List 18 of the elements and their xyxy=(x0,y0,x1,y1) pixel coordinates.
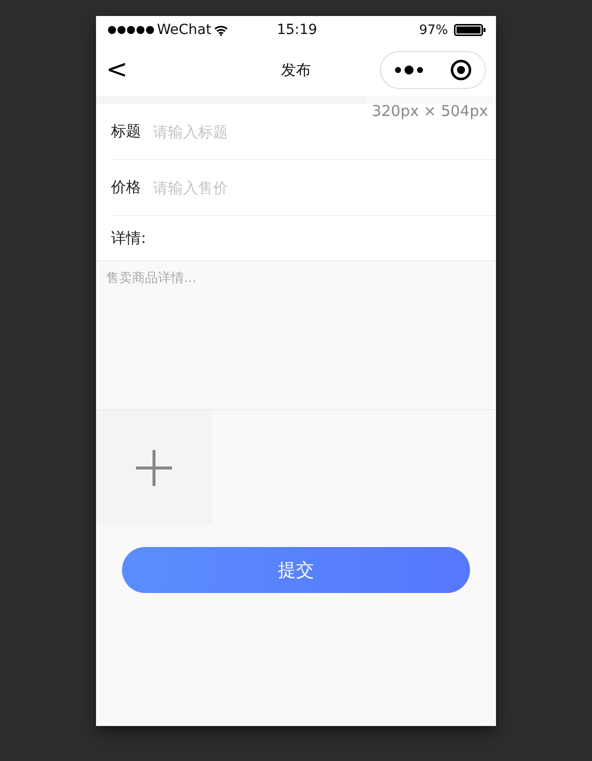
page-title: 发布 xyxy=(281,60,311,80)
plus-icon xyxy=(135,448,173,486)
battery-icon xyxy=(454,24,486,36)
details-field[interactable]: 售卖商品详情... xyxy=(96,260,496,410)
battery-percent: 97% xyxy=(419,22,448,38)
signal-icon xyxy=(108,26,154,34)
more-icon[interactable] xyxy=(394,65,422,75)
submit-button[interactable]: 提交 xyxy=(122,547,470,593)
carrier-name: WeChat xyxy=(157,22,212,38)
field-label: 价格 xyxy=(111,178,141,197)
clock-time: 15:19 xyxy=(276,22,318,38)
field-label: 标题 xyxy=(111,122,141,141)
input-field[interactable]: 请输入售价 xyxy=(151,178,496,198)
size-overlay: 320px × 504px xyxy=(372,102,488,120)
input-field[interactable]: 请输入标题 xyxy=(151,122,496,142)
details-label: 详情: xyxy=(111,228,146,248)
wifi-icon xyxy=(214,24,228,36)
back-button[interactable]: < xyxy=(106,57,128,83)
